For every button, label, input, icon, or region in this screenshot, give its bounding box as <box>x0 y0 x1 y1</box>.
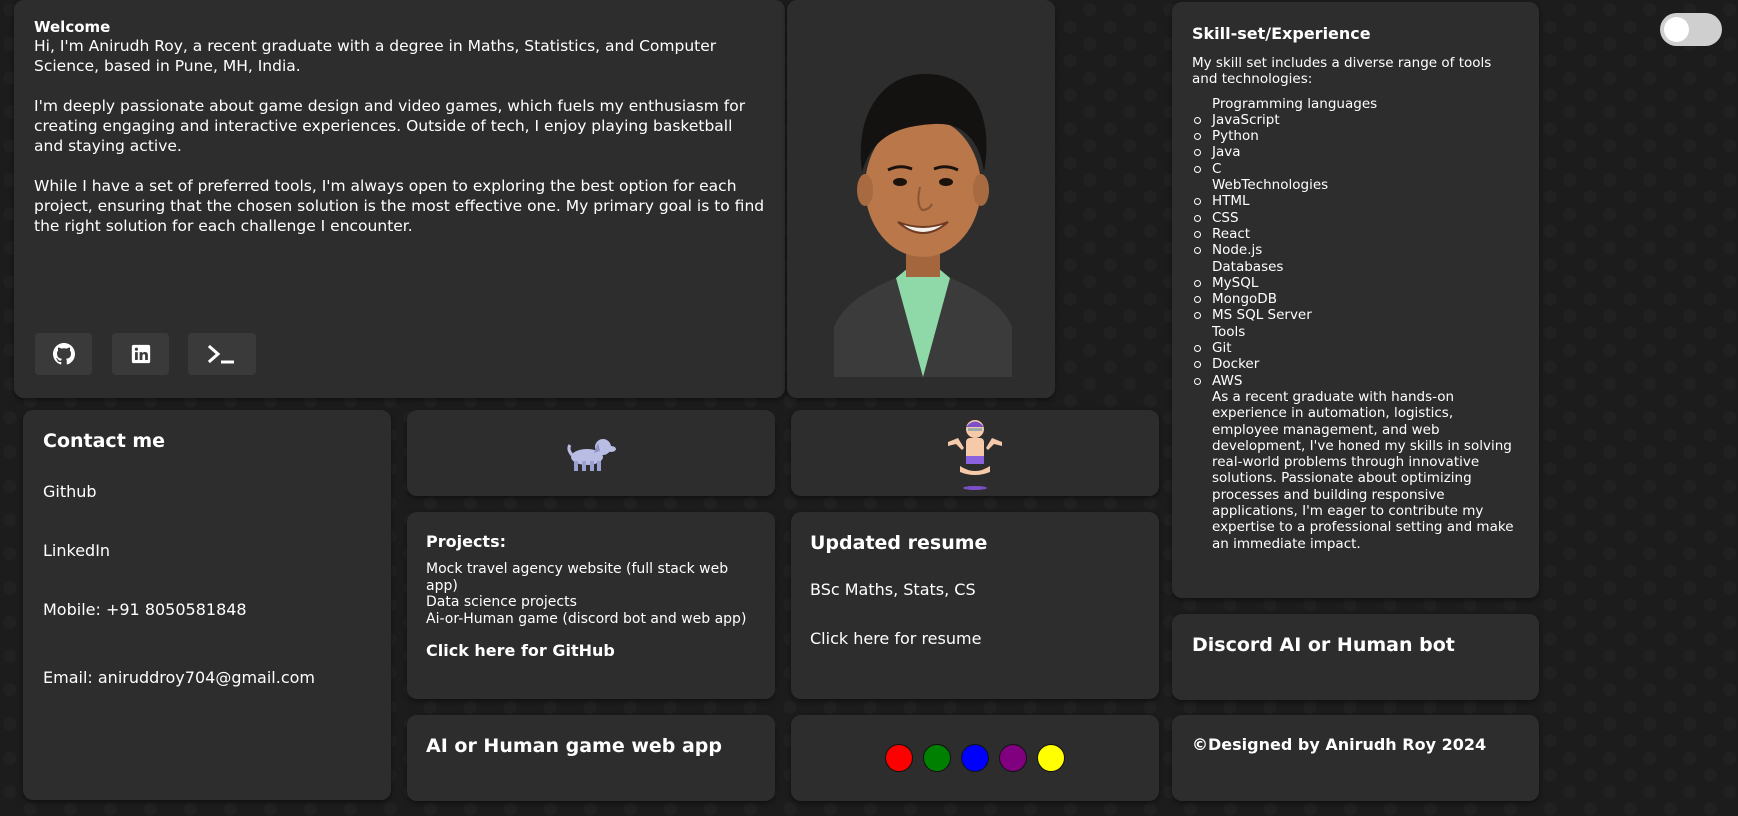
skill-category: Tools <box>1212 323 1246 340</box>
theme-toggle[interactable] <box>1660 13 1722 46</box>
color-yellow-button[interactable] <box>1037 744 1065 772</box>
skill-category: Databases <box>1212 258 1284 275</box>
resume-degree: BSc Maths, Stats, CS <box>810 580 976 599</box>
welcome-intro: Hi, I'm Anirudh Roy, a recent graduate w… <box>34 37 717 75</box>
color-blue-button[interactable] <box>961 744 989 772</box>
skills-intro: My skill set includes a diverse range of… <box>1192 55 1492 88</box>
terminal-button[interactable] <box>188 333 256 375</box>
meditating-character-icon <box>948 420 1002 490</box>
footer-text: ©Designed by Anirudh Roy 2024 <box>1192 735 1487 754</box>
skill-item: MongoDB <box>1192 291 1519 307</box>
project-item: Ai-or-Human game (discord bot and web ap… <box>426 610 747 627</box>
skill-item: JavaScript <box>1192 112 1519 128</box>
skill-item: Python <box>1192 128 1519 144</box>
dog-icon <box>567 439 616 471</box>
discord-bot-card[interactable]: Discord AI or Human bot <box>1172 614 1539 700</box>
project-item: Mock travel agency website (full stack w… <box>426 561 729 594</box>
projects-card: Projects: Mock travel agency website (fu… <box>407 512 775 699</box>
skill-item: HTML <box>1192 193 1519 209</box>
color-purple-button[interactable] <box>999 744 1027 772</box>
ai-game-title[interactable]: AI or Human game web app <box>426 735 756 757</box>
github-projects-link[interactable]: Click here for GitHub <box>426 641 756 660</box>
contact-github-link[interactable]: Github <box>43 482 97 501</box>
resume-title: Updated resume <box>810 532 988 554</box>
github-button[interactable] <box>35 333 92 375</box>
skills-list: Programming languages JavaScript Python … <box>1192 96 1519 552</box>
profile-photo-card <box>787 0 1055 398</box>
color-green-button[interactable] <box>923 744 951 772</box>
linkedin-icon <box>131 344 150 364</box>
github-icon <box>52 343 75 365</box>
dog-mascot-card[interactable] <box>407 410 775 496</box>
discord-bot-title[interactable]: Discord AI or Human bot <box>1192 634 1519 656</box>
skill-item: C <box>1192 161 1519 177</box>
resume-card: Updated resume BSc Maths, Stats, CS Clic… <box>791 512 1159 699</box>
welcome-title: Welcome <box>34 18 111 36</box>
contact-title: Contact me <box>43 430 166 452</box>
skill-item: Java <box>1192 144 1519 160</box>
skill-item: MySQL <box>1192 275 1519 291</box>
welcome-approach: While I have a set of preferred tools, I… <box>34 177 765 235</box>
welcome-card: Welcome Hi, I'm Anirudh Roy, a recent gr… <box>14 0 785 398</box>
skill-item: CSS <box>1192 210 1519 226</box>
terminal-icon <box>207 344 234 364</box>
contact-linkedin-link[interactable]: LinkedIn <box>43 541 110 560</box>
skills-summary: As a recent graduate with hands-on exper… <box>1212 388 1514 552</box>
skill-item: Node.js <box>1192 242 1519 258</box>
color-picker-card <box>791 715 1159 801</box>
welcome-passion: I'm deeply passionate about game design … <box>34 97 746 155</box>
linkedin-button[interactable] <box>112 333 169 375</box>
resume-link[interactable]: Click here for resume <box>810 629 1140 648</box>
skill-item: AWS <box>1192 373 1519 389</box>
meditating-character-card[interactable] <box>791 410 1159 496</box>
profile-photo <box>834 32 1012 377</box>
skill-category: Programming languages <box>1212 95 1378 112</box>
contact-mobile: Mobile: +91 8050581848 <box>43 600 247 619</box>
skills-title: Skill-set/Experience <box>1192 24 1371 43</box>
contact-card: Contact me Github LinkedIn Mobile: +91 8… <box>23 410 391 800</box>
contact-email[interactable]: Email: aniruddroy704@gmail.com <box>43 668 315 687</box>
skill-item: Docker <box>1192 356 1519 372</box>
skill-item: Git <box>1192 340 1519 356</box>
skill-item: React <box>1192 226 1519 242</box>
footer-card: ©Designed by Anirudh Roy 2024 <box>1172 715 1539 801</box>
ai-game-card[interactable]: AI or Human game web app <box>407 715 775 801</box>
projects-title: Projects: <box>426 532 506 551</box>
color-red-button[interactable] <box>885 744 913 772</box>
project-item: Data science projects <box>426 594 577 610</box>
skills-card: Skill-set/Experience My skill set includ… <box>1172 2 1539 598</box>
toggle-knob <box>1664 17 1689 42</box>
skill-item: MS SQL Server <box>1192 307 1519 323</box>
skill-category: WebTechnologies <box>1212 177 1329 194</box>
